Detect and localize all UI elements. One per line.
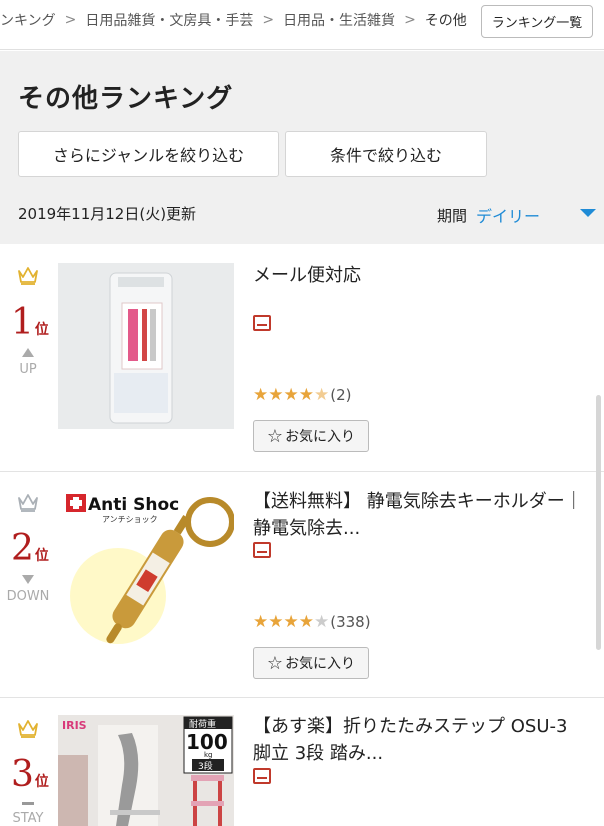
star-outline-icon: ☆ [266, 425, 284, 447]
dash-icon [22, 802, 34, 805]
breadcrumb-item-daily-goods[interactable]: 日用品雑貨・文房具・手芸 [85, 10, 253, 30]
ranking-page: ンキング > 日用品雑貨・文房具・手芸 > 日用品・生活雑貨 > その他 ランキ… [0, 0, 604, 826]
page-title: その他ランキング [18, 84, 234, 114]
rating-stars: ★★★★★(338) [253, 612, 371, 632]
ranking-item[interactable]: 1位 UP メール便対応 ★★★★★(2) ☆ お気に入り [0, 245, 604, 472]
period-select[interactable]: デイリー [476, 203, 540, 227]
rank-trend: UP [19, 362, 37, 377]
breadcrumb: ンキング > 日用品雑貨・文房具・手芸 > 日用品・生活雑貨 > その他 [0, 10, 467, 30]
rank-trend: DOWN [6, 589, 50, 604]
gold-crown-icon [18, 720, 38, 738]
product-name[interactable]: メール便対応 [253, 262, 583, 289]
rank-number: 1位 [11, 302, 49, 343]
period-label: 期間 [437, 207, 468, 225]
rank-number: 2位 [11, 528, 49, 569]
scrollbar[interactable] [596, 395, 601, 650]
shop-icon[interactable] [253, 315, 271, 331]
product-image[interactable] [58, 263, 234, 429]
genre-filter-button[interactable]: さらにジャンルを絞り込む [18, 131, 279, 177]
review-count: (338) [330, 613, 371, 631]
svg-text:3段: 3段 [198, 760, 213, 772]
product-name[interactable]: 【あす楽】折りたたみステップ OSU-3脚立 3段 踏み... [253, 713, 583, 767]
svg-text:IRIS: IRIS [62, 719, 87, 732]
shop-icon[interactable] [253, 768, 271, 784]
breadcrumb-separator: > [262, 12, 275, 28]
breadcrumb-bar: ンキング > 日用品雑貨・文房具・手芸 > 日用品・生活雑貨 > その他 ランキ… [0, 0, 604, 50]
up-arrow-icon [22, 348, 34, 357]
rating-stars: ★★★★★(2) [253, 385, 352, 405]
svg-text:耐荷重: 耐荷重 [189, 718, 216, 730]
ranking-item[interactable]: 3位 STAY 耐荷重 100 kg 3段 IRIS 【あす楽】折りたたみステッ… [0, 698, 604, 826]
breadcrumb-item-current: その他 [424, 13, 467, 29]
shop-icon[interactable] [253, 542, 271, 558]
svg-text:kg: kg [204, 751, 213, 759]
svg-text:アンチショック: アンチショック [102, 515, 158, 524]
rank-trend: STAY [12, 811, 44, 826]
review-count: (2) [330, 386, 352, 404]
ranking-item[interactable]: 2位 DOWN Anti Shoc アンチショック 【送料無料】 静電気除去キー… [0, 472, 604, 698]
condition-filter-button[interactable]: 条件で絞り込む [285, 131, 487, 177]
gold-crown-icon [18, 267, 38, 285]
ranking-list-button[interactable]: ランキング一覧 [481, 5, 593, 38]
product-image[interactable]: Anti Shoc アンチショック [58, 486, 234, 652]
product-image[interactable]: 耐荷重 100 kg 3段 IRIS [58, 715, 234, 826]
svg-text:Anti Shoc: Anti Shoc [88, 495, 179, 515]
down-arrow-icon [22, 575, 34, 584]
breadcrumb-item-ranking[interactable]: ンキング [0, 10, 56, 30]
breadcrumb-separator: > [404, 12, 416, 28]
breadcrumb-separator: > [64, 12, 77, 28]
rank-number: 3位 [11, 754, 49, 795]
product-name[interactable]: 【送料無料】 静電気除去キーホルダー｜静電気除去... [253, 488, 583, 542]
breadcrumb-item-living-goods[interactable]: 日用品・生活雑貨 [283, 10, 395, 30]
silver-crown-icon [18, 494, 38, 512]
favorite-button[interactable]: ☆ お気に入り [253, 647, 369, 679]
chevron-down-icon[interactable] [580, 209, 596, 217]
updated-date: 2019年11月12日(火)更新 [18, 205, 197, 223]
favorite-button[interactable]: ☆ お気に入り [253, 420, 369, 452]
star-outline-icon: ☆ [266, 652, 284, 674]
